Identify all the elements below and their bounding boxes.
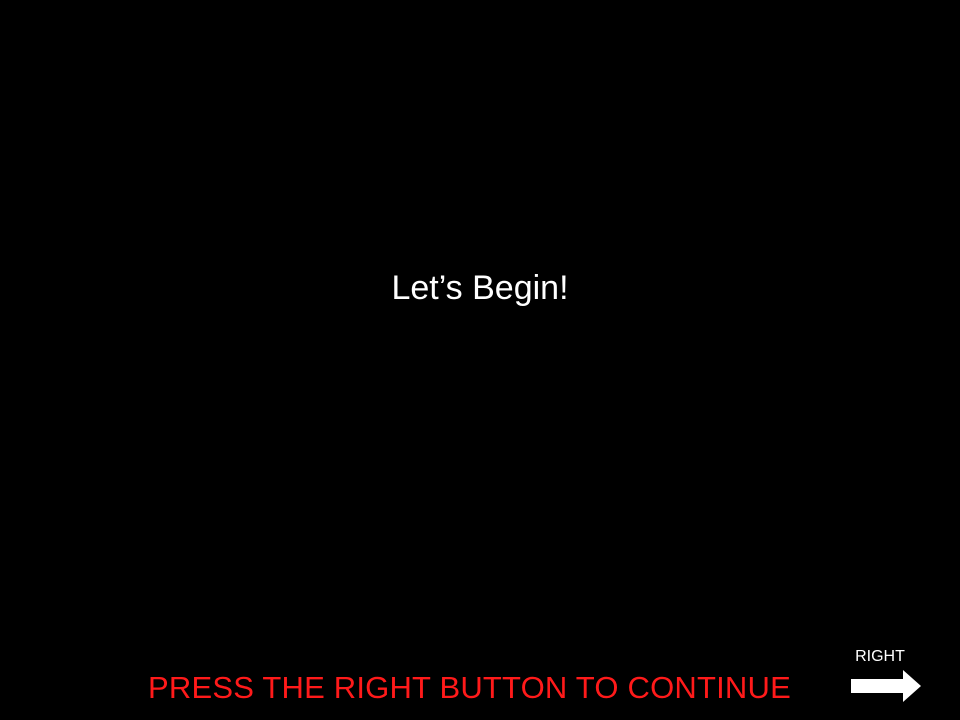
right-button-hint: RIGHT [844,646,924,706]
right-arrow-icon [851,670,921,702]
headline: Let’s Begin! [391,269,569,307]
continue-instruction: PRESS THE RIGHT BUTTON TO CONTINUE [148,670,791,705]
right-label: RIGHT [855,648,905,665]
slide-screen: Let’s Begin! PRESS THE RIGHT BUTTON TO C… [0,0,960,720]
